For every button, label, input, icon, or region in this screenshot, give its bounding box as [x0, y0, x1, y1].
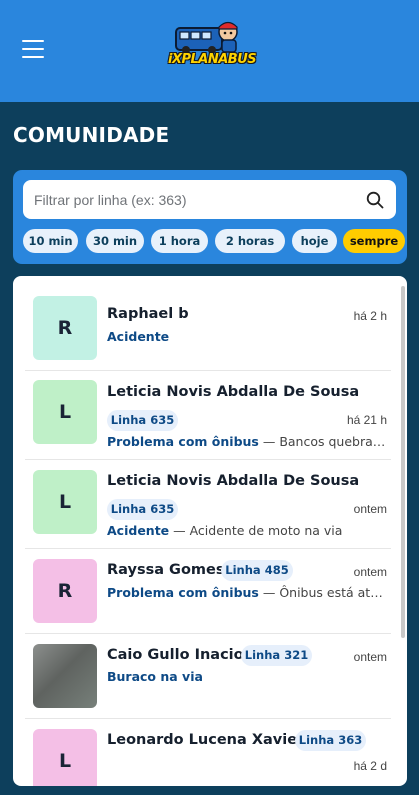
post-author: Raphael b	[107, 306, 189, 322]
post-time: ontem	[353, 650, 387, 664]
hamburger-menu-icon[interactable]	[22, 40, 44, 58]
post-author: Leonardo Lucena Xavier	[107, 732, 305, 748]
avatar: L	[33, 380, 97, 444]
post-category: Buraco na via	[107, 669, 203, 684]
avatar: L	[33, 470, 97, 534]
post-author: Caio Gullo Inacio	[107, 647, 244, 663]
post-category: Acidente — Acidente de moto na via	[107, 523, 342, 538]
post-item[interactable]: L Leticia Novis Abdalla De Sousa Linha 6…	[25, 460, 391, 549]
community-post-list: R Raphael b há 2 h Acidente L Leticia No…	[13, 276, 407, 786]
list-scrollbar[interactable]	[401, 286, 405, 638]
chip-1-hora[interactable]: 1 hora	[151, 229, 208, 253]
line-badge[interactable]: Linha 635	[107, 410, 178, 431]
chip-hoje[interactable]: hoje	[292, 229, 337, 253]
post-time: ontem	[353, 502, 387, 516]
chip-sempre[interactable]: sempre	[343, 229, 405, 253]
post-time: há 21 h	[346, 413, 387, 427]
avatar: R	[33, 296, 97, 360]
avatar: R	[33, 559, 97, 623]
post-item[interactable]: L Leticia Novis Abdalla De Sousa Linha 6…	[25, 371, 391, 460]
line-badge[interactable]: Linha 635	[107, 499, 178, 520]
logo-text: iXPLANABUS	[168, 52, 257, 67]
post-description: — Ônibus está atrasad...	[262, 585, 387, 600]
line-badge[interactable]: Linha 363	[295, 730, 366, 751]
chip-10-min[interactable]: 10 min	[23, 229, 78, 253]
post-time: há 2 d	[353, 759, 387, 773]
chip-30-min[interactable]: 30 min	[86, 229, 144, 253]
post-item[interactable]: R Raphael b há 2 h Acidente	[25, 284, 391, 371]
search-box	[23, 180, 396, 219]
post-description: — Bancos quebrados	[258, 434, 387, 449]
post-description: — Acidente de moto na via	[169, 523, 343, 538]
app-logo[interactable]: iXPLANABUS	[168, 18, 257, 76]
chip-2-horas[interactable]: 2 horas	[215, 229, 285, 253]
post-item[interactable]: L Leonardo Lucena Xavier Linha 363 há 2 …	[25, 719, 391, 786]
line-badge[interactable]: Linha 321	[241, 645, 312, 666]
category-label: Acidente	[107, 329, 170, 344]
post-author: Leticia Novis Abdalla De Sousa	[107, 384, 360, 400]
post-category: Problema com ônibus — Ônibus está atrasa…	[107, 585, 387, 600]
post-author: Leticia Novis Abdalla De Sousa	[107, 473, 360, 489]
post-time: ontem	[353, 565, 387, 579]
post-category: Problema com ônibus — Bancos quebrados	[107, 434, 387, 449]
avatar: L	[33, 729, 97, 786]
app-header: iXPLANABUS	[0, 0, 419, 102]
category-label: Problema com ônibus	[107, 434, 259, 449]
post-author: Rayssa Gomes	[107, 562, 225, 578]
category-label: Problema com ônibus	[107, 585, 259, 600]
avatar-photo	[33, 644, 97, 708]
line-badge[interactable]: Linha 485	[221, 560, 293, 581]
search-icon[interactable]	[366, 191, 384, 209]
category-label: Buraco na via	[107, 669, 203, 684]
search-input[interactable]	[23, 180, 353, 219]
page-title: COMUNIDADE	[13, 123, 170, 147]
post-item[interactable]: Caio Gullo Inacio Linha 321 ontem Buraco…	[25, 634, 391, 719]
filter-panel: 10 min 30 min 1 hora 2 horas hoje sempre	[13, 170, 407, 264]
category-label: Acidente	[107, 523, 170, 538]
post-category: Acidente	[107, 329, 169, 344]
post-time: há 2 h	[353, 309, 387, 323]
post-item[interactable]: R Rayssa Gomes Linha 485 ontem Problema …	[25, 549, 391, 634]
